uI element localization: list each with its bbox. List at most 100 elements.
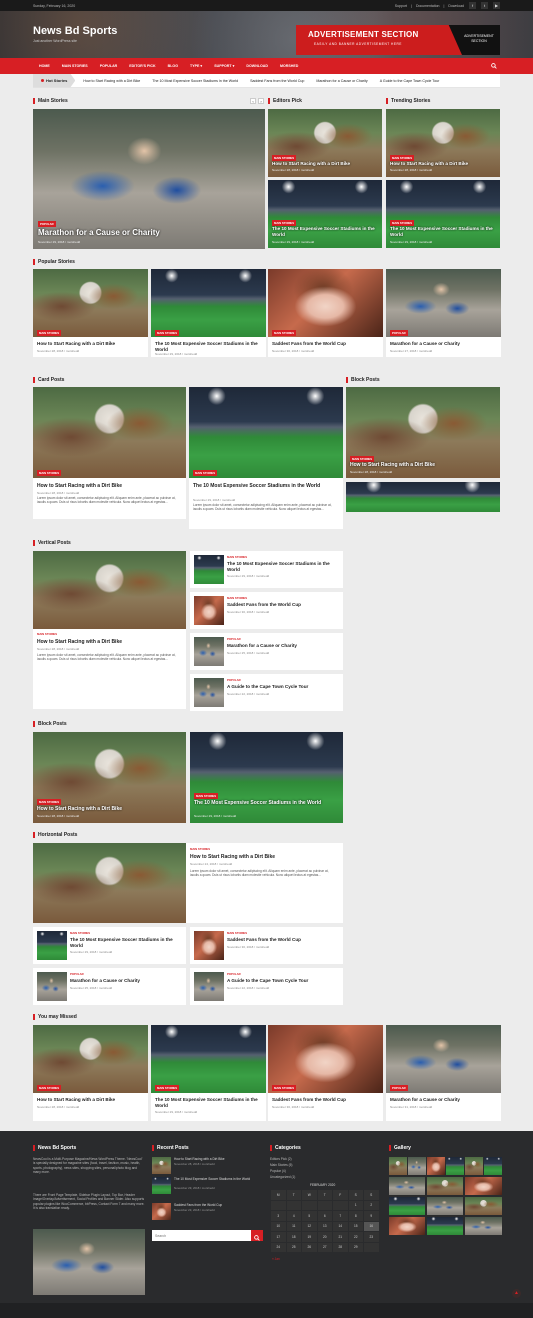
category-badge[interactable]: MAIN STORIES bbox=[272, 1085, 297, 1091]
category-badge[interactable]: MAIN STORIES bbox=[155, 1085, 180, 1091]
post-title[interactable]: How to Start Racing with a Dirt Bike bbox=[37, 1097, 115, 1103]
category-badge[interactable]: POPULAR bbox=[390, 330, 408, 336]
nav-home[interactable]: HOME bbox=[33, 58, 56, 74]
gallery-thumb[interactable] bbox=[427, 1177, 463, 1195]
category-badge[interactable]: MAIN STORIES bbox=[37, 330, 62, 336]
prev-arrow-icon[interactable]: ‹ bbox=[250, 98, 256, 104]
list-item[interactable]: MAIN STORIES The 10 Most Expensive Socce… bbox=[33, 927, 186, 964]
gallery-thumb[interactable] bbox=[465, 1197, 502, 1215]
post-title[interactable]: Marathon for a Cause or Charity bbox=[70, 978, 140, 984]
nav-blog[interactable]: BLOG bbox=[162, 58, 184, 74]
category-badge[interactable]: MAIN STORIES bbox=[37, 799, 62, 805]
post-title[interactable]: Marathon for a Cause or Charity bbox=[38, 228, 160, 237]
category-link[interactable]: Uncategorized (1) bbox=[270, 1175, 295, 1179]
post-image[interactable] bbox=[346, 482, 500, 512]
category-badge[interactable]: MAIN STORIES bbox=[227, 931, 247, 935]
list-item[interactable]: POPULAR A Guide to the Cape Town Cycle T… bbox=[190, 968, 343, 1005]
nav-morshed[interactable]: MORSHED bbox=[274, 58, 304, 74]
post-title[interactable]: Saddest Fans from the World Cup bbox=[272, 341, 346, 347]
youtube-icon[interactable]: ▶ bbox=[493, 2, 500, 9]
post-image[interactable] bbox=[386, 180, 500, 248]
gallery-thumb[interactable] bbox=[427, 1157, 445, 1175]
footer-search-input[interactable] bbox=[152, 1230, 251, 1241]
hot-item[interactable]: The 10 Most Expensive Soccer Stadiums in… bbox=[152, 79, 238, 83]
category-badge[interactable]: POPULAR bbox=[70, 972, 84, 976]
post-title[interactable]: Saddest Fans from the World Cup bbox=[227, 937, 301, 943]
list-item[interactable]: MAIN STORIES Saddest Fans from the World… bbox=[190, 592, 343, 629]
post-card[interactable]: MAIN STORIES How to Start Racing with a … bbox=[33, 1025, 148, 1121]
recent-title[interactable]: The 10 Most Expensive Soccer Stadiums in… bbox=[174, 1177, 264, 1181]
list-item[interactable]: POPULAR A Guide to the Cape Town Cycle T… bbox=[190, 674, 343, 711]
category-badge[interactable]: MAIN STORIES bbox=[70, 931, 90, 935]
post-card[interactable]: MAIN STORIES How to Start Racing with a … bbox=[33, 551, 186, 709]
list-item[interactable]: MAIN STORIES Saddest Fans from the World… bbox=[190, 927, 343, 964]
hot-item[interactable]: How to Start Racing with a Dirt Bike bbox=[83, 79, 140, 83]
post-image[interactable] bbox=[268, 180, 382, 248]
header-advertisement[interactable]: ADVERTISEMENT SECTION EASILY AND BANNER … bbox=[296, 25, 500, 55]
gallery-thumb[interactable] bbox=[465, 1177, 502, 1195]
gallery-thumb[interactable] bbox=[446, 1157, 464, 1175]
facebook-icon[interactable]: f bbox=[469, 2, 476, 9]
list-item[interactable]: POPULAR Marathon for a Cause or Charity … bbox=[33, 968, 186, 1005]
category-badge[interactable]: MAIN STORIES bbox=[227, 555, 247, 559]
category-badge[interactable]: MAIN STORIES bbox=[272, 330, 297, 336]
post-card[interactable]: POPULAR Marathon for a Cause or Charity … bbox=[386, 269, 501, 357]
category-badge[interactable]: MAIN STORIES bbox=[190, 847, 210, 851]
gallery-thumb[interactable] bbox=[465, 1157, 483, 1175]
post-title[interactable]: Marathon for a Cause or Charity bbox=[227, 643, 297, 649]
gallery-thumb[interactable] bbox=[427, 1217, 463, 1235]
hot-item[interactable]: Marathon for a Cause or Charity bbox=[316, 79, 367, 83]
post-image[interactable] bbox=[190, 732, 343, 823]
post-title[interactable]: Marathon for a Cause or Charity bbox=[390, 341, 460, 347]
post-title[interactable]: A Guide to the Cape Town Cycle Tour bbox=[227, 978, 308, 984]
post-image[interactable] bbox=[386, 109, 500, 177]
list-item[interactable]: POPULAR Marathon for a Cause or Charity … bbox=[190, 633, 343, 670]
calendar-prev-link[interactable]: « Jan bbox=[272, 1257, 280, 1261]
category-badge[interactable]: POPULAR bbox=[227, 637, 241, 641]
nav-editors-pick[interactable]: EDITOR'S PICK bbox=[123, 58, 161, 74]
category-badge[interactable]: POPULAR bbox=[227, 678, 241, 682]
scroll-top-icon[interactable]: ▲ bbox=[512, 1289, 521, 1298]
support-link[interactable]: Support bbox=[395, 4, 407, 8]
gallery-thumb[interactable] bbox=[389, 1157, 407, 1175]
post-title[interactable]: How to Start Racing with a Dirt Bike bbox=[190, 854, 275, 860]
recent-thumb[interactable] bbox=[152, 1157, 171, 1174]
nav-download[interactable]: DOWNLOAD bbox=[240, 58, 274, 74]
post-title[interactable]: A Guide to the Cape Town Cycle Tour bbox=[227, 684, 308, 690]
recent-thumb[interactable] bbox=[152, 1203, 171, 1220]
site-title[interactable]: News Bd Sports bbox=[33, 25, 117, 37]
nav-popular[interactable]: POPULAR bbox=[94, 58, 124, 74]
category-badge[interactable]: MAIN STORIES bbox=[37, 470, 62, 476]
post-title[interactable]: The 10 Most Expensive Soccer Stadiums in… bbox=[155, 341, 263, 352]
category-badge[interactable]: POPULAR bbox=[227, 972, 241, 976]
post-title[interactable]: How to Start Racing with a Dirt Bike bbox=[37, 806, 122, 812]
post-title[interactable]: Marathon for a Cause or Charity bbox=[390, 1097, 460, 1103]
nav-support[interactable]: SUPPORT ▾ bbox=[208, 58, 240, 74]
recent-title[interactable]: Saddest Fans from the World Cup bbox=[174, 1203, 264, 1207]
post-card[interactable]: MAIN STORIES Saddest Fans from the World… bbox=[268, 1025, 383, 1121]
category-badge[interactable]: MAIN STORIES bbox=[193, 470, 218, 476]
category-badge[interactable]: MAIN STORIES bbox=[194, 793, 219, 799]
post-card[interactable]: MAIN STORIES How to Start Racing with a … bbox=[33, 269, 148, 357]
twitter-icon[interactable]: t bbox=[481, 2, 488, 9]
gallery-thumb[interactable] bbox=[408, 1157, 426, 1175]
recent-title[interactable]: How to Start Racing with a Dirt Bike bbox=[174, 1157, 264, 1161]
gallery-thumb[interactable] bbox=[389, 1177, 425, 1195]
post-title[interactable]: How to Start Racing with a Dirt Bike bbox=[37, 639, 122, 645]
documentation-link[interactable]: Documentation bbox=[416, 4, 440, 8]
hot-item[interactable]: A Guide to the Cape Town Cycle Tour bbox=[380, 79, 440, 83]
post-title[interactable]: The 10 Most Expensive Soccer Stadiums in… bbox=[193, 483, 339, 489]
post-title[interactable]: Saddest Fans from the World Cup bbox=[272, 1097, 346, 1103]
category-link[interactable]: Popular (4) bbox=[270, 1169, 286, 1173]
post-card[interactable]: MAIN STORIES The 10 Most Expensive Socce… bbox=[189, 387, 343, 529]
post-title[interactable]: How to Start Racing with a Dirt Bike bbox=[350, 462, 435, 468]
post-card[interactable]: MAIN STORIES How to Start Racing with a … bbox=[33, 843, 343, 923]
post-card[interactable]: MAIN STORIES How to Start Racing with a … bbox=[33, 387, 186, 519]
post-title[interactable]: The 10 Most Expensive Soccer Stadiums in… bbox=[272, 226, 380, 237]
post-title[interactable]: How to Start Racing with a Dirt Bike bbox=[272, 161, 350, 166]
post-title[interactable]: How to Start Racing with a Dirt Bike bbox=[37, 341, 115, 347]
post-title[interactable]: The 10 Most Expensive Soccer Stadiums in… bbox=[155, 1097, 263, 1108]
category-badge[interactable]: POPULAR bbox=[390, 1085, 408, 1091]
category-link[interactable]: Editors Pick (2) bbox=[270, 1157, 292, 1161]
gallery-thumb[interactable] bbox=[427, 1197, 463, 1215]
